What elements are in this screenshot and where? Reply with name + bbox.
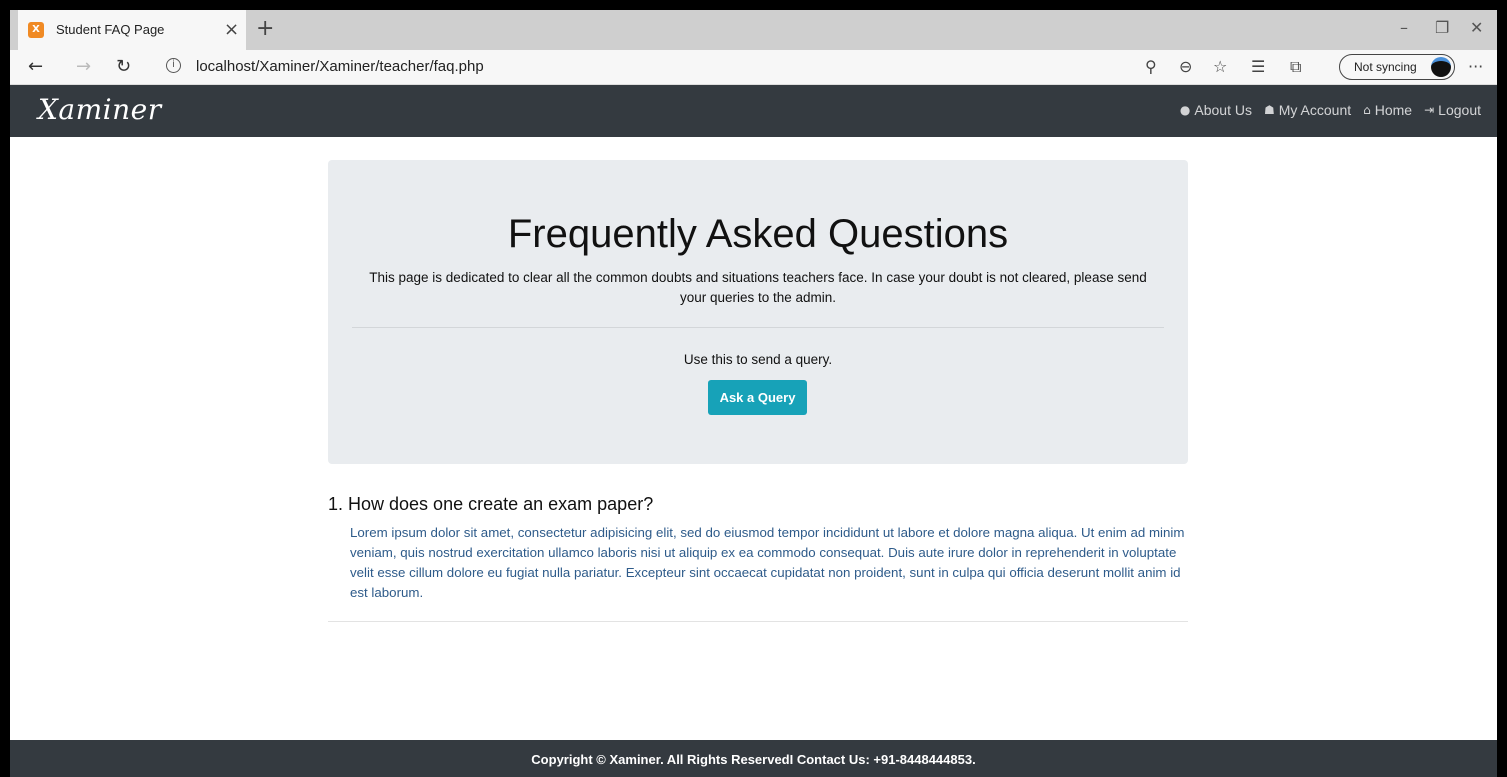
tab-title: Student FAQ Page xyxy=(56,22,165,37)
profile-avatar xyxy=(1431,57,1451,77)
sign-out-icon: ⇥ xyxy=(1424,103,1435,117)
new-tab-icon[interactable]: + xyxy=(256,16,274,41)
zoom-out-icon[interactable]: ⊖ xyxy=(1179,57,1192,76)
nav-links: ● About Us ☗ My Account ⌂ Home ⇥ Logout xyxy=(1180,102,1481,118)
nav-link-label: About Us xyxy=(1194,102,1252,118)
ask-query-button[interactable]: Ask a Query xyxy=(708,380,807,415)
minimize-icon[interactable]: – xyxy=(1400,18,1408,37)
nav-about-us[interactable]: ● About Us xyxy=(1180,102,1252,118)
sync-label: Not syncing xyxy=(1354,60,1417,74)
info-circle-icon: ● xyxy=(1179,103,1191,117)
site-footer: Copyright © Xaminer. All Rights Reserved… xyxy=(10,740,1497,777)
home-icon: ⌂ xyxy=(1363,103,1371,117)
nav-link-label: My Account xyxy=(1278,102,1352,118)
sync-button[interactable]: Not syncing xyxy=(1339,54,1455,80)
faq-jumbotron: Frequently Asked Questions This page is … xyxy=(328,160,1188,464)
brand-logo[interactable]: Xaminer xyxy=(38,93,162,126)
faq-divider xyxy=(328,621,1188,622)
url-field[interactable]: localhost/Xaminer/Xaminer/teacher/faq.ph… xyxy=(196,58,484,75)
browser-window: X Student FAQ Page × + – ❐ ✕ ← → ↻ i loc… xyxy=(10,10,1497,777)
nav-link-label: Home xyxy=(1374,102,1413,118)
nav-logout[interactable]: ⇥ Logout xyxy=(1424,102,1481,118)
footer-copyright: Copyright © Xaminer. All Rights Reserved… xyxy=(531,752,976,767)
favorite-star-icon[interactable]: ☆ xyxy=(1213,57,1227,76)
site-navbar: Xaminer ● About Us ☗ My Account ⌂ Home ⇥… xyxy=(10,85,1497,137)
favicon-icon: X xyxy=(28,22,44,38)
tab-strip: X Student FAQ Page × + – ❐ ✕ xyxy=(10,10,1497,51)
query-prompt: Use this to send a query. xyxy=(683,352,833,367)
zoom-in-icon[interactable]: ⚲ xyxy=(1145,57,1157,76)
forward-icon[interactable]: → xyxy=(76,56,91,77)
nav-home[interactable]: ⌂ Home xyxy=(1363,102,1412,118)
browser-tab[interactable]: X Student FAQ Page × xyxy=(18,10,246,51)
back-icon[interactable]: ← xyxy=(28,56,43,77)
faq-question: 1. How does one create an exam paper? xyxy=(328,494,654,514)
page-description: This page is dedicated to clear all the … xyxy=(369,270,1147,305)
nav-link-label: Logout xyxy=(1438,102,1481,118)
favorites-list-icon[interactable]: ☰ xyxy=(1251,57,1265,76)
faq-answer: Lorem ipsum dolor sit amet, consectetur … xyxy=(350,525,1185,600)
tab-close-icon[interactable]: × xyxy=(224,19,239,40)
address-bar: ← → ↻ i localhost/Xaminer/Xaminer/teache… xyxy=(10,50,1497,85)
site-info-icon[interactable]: i xyxy=(166,58,181,73)
divider xyxy=(352,327,1164,328)
nav-my-account[interactable]: ☗ My Account xyxy=(1264,102,1351,118)
more-options-icon[interactable]: ··· xyxy=(1468,57,1483,76)
collections-icon[interactable]: ⧉ xyxy=(1290,57,1301,77)
user-icon: ☗ xyxy=(1263,103,1275,117)
close-window-icon[interactable]: ✕ xyxy=(1470,18,1483,37)
refresh-icon[interactable]: ↻ xyxy=(116,56,131,77)
page-title: Frequently Asked Questions xyxy=(507,212,1009,256)
restore-icon[interactable]: ❐ xyxy=(1435,18,1449,37)
